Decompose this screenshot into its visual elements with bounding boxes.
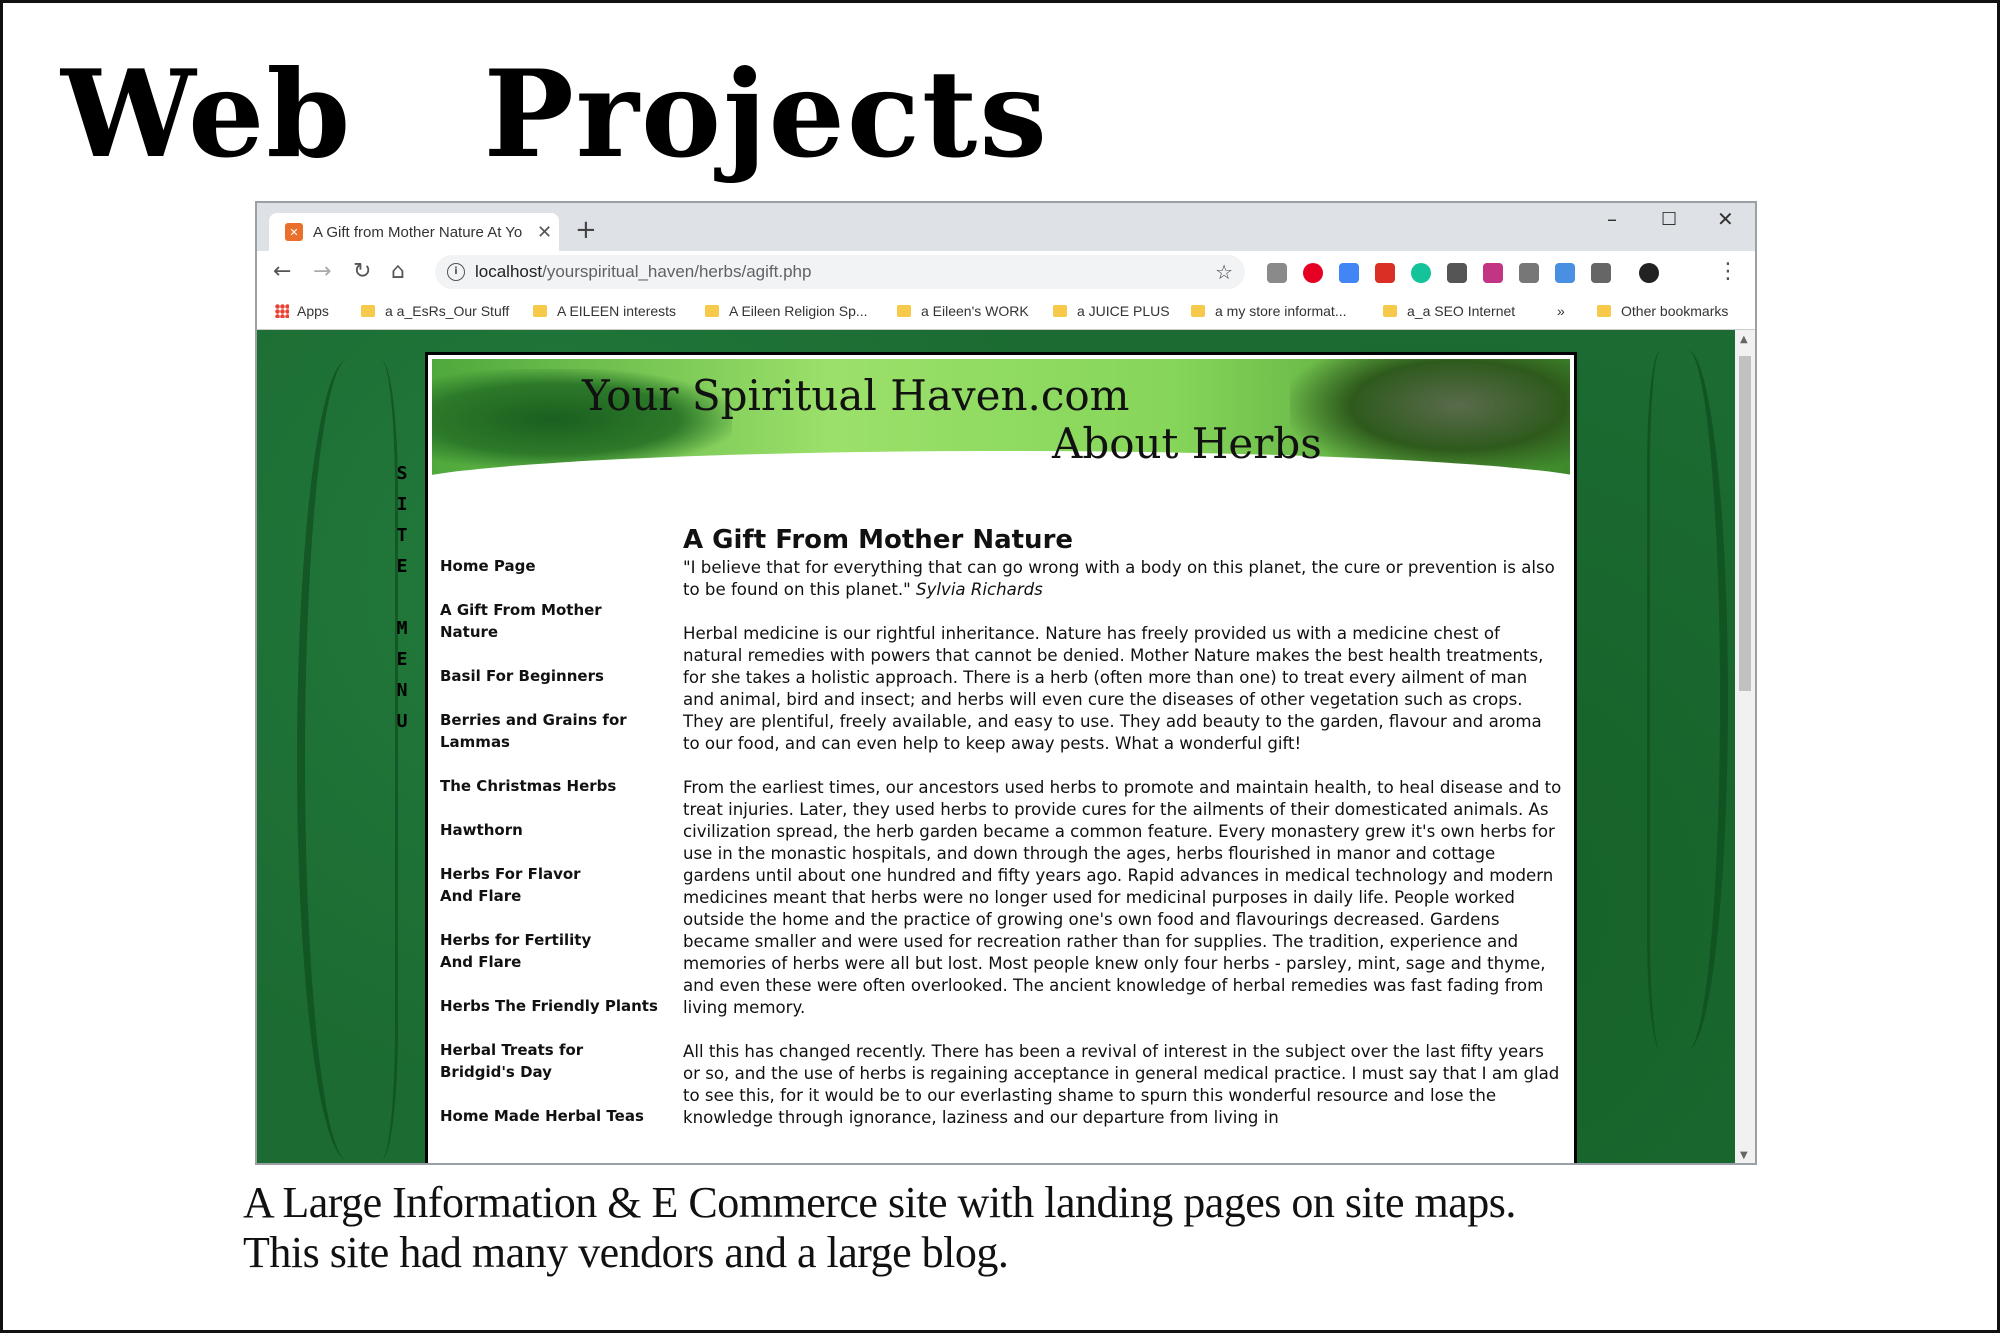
- caption-line: A Large Information & E Commerce site wi…: [243, 1178, 1516, 1227]
- back-icon[interactable]: ←: [273, 259, 291, 284]
- site-menu-vertical-label: S I T E M E N U: [396, 463, 408, 732]
- nav-link-fertility[interactable]: Herbs for Fertility And Flare: [440, 929, 600, 973]
- bookmark-folder[interactable]: a JUICE PLUS: [1053, 303, 1170, 319]
- bookmark-other[interactable]: Other bookmarks: [1597, 303, 1728, 319]
- nav-link-home[interactable]: Home Page: [440, 555, 670, 577]
- scroll-down-icon[interactable]: ▼: [1740, 1150, 1748, 1161]
- url-text: localhost/yourspiritual_haven/herbs/agif…: [475, 262, 811, 282]
- folder-icon: [1053, 305, 1067, 317]
- flag-extension-icon[interactable]: [1591, 263, 1611, 283]
- grammarly-icon[interactable]: [1411, 263, 1431, 283]
- slide-caption: A Large Information & E Commerce site wi…: [243, 1178, 1516, 1278]
- folder-icon: [1383, 305, 1397, 317]
- instagram-icon[interactable]: [1483, 263, 1503, 283]
- bookmark-folder[interactable]: a a_EsRs_Our Stuff: [361, 303, 509, 319]
- folder-icon: [533, 305, 547, 317]
- xampp-icon: ✕: [285, 223, 303, 241]
- window-close-icon[interactable]: ✕: [1717, 207, 1734, 231]
- browser-menu-icon[interactable]: ⋮: [1717, 259, 1739, 284]
- nav-link-gift[interactable]: A Gift From Mother Nature: [440, 599, 610, 643]
- reload-icon[interactable]: ↻: [353, 259, 371, 284]
- nav-link-christmas[interactable]: The Christmas Herbs: [440, 775, 670, 797]
- apps-grid-icon: [275, 304, 289, 318]
- translate-icon[interactable]: [1339, 263, 1359, 283]
- article-paragraph: All this has changed recently. There has…: [683, 1042, 1560, 1127]
- article-heading: A Gift From Mother Nature: [683, 525, 1074, 555]
- quote-author: Sylvia Richards: [916, 580, 1043, 599]
- bookmark-folder[interactable]: A EILEEN interests: [533, 303, 676, 319]
- forward-icon[interactable]: →: [313, 259, 331, 284]
- nav-link-flavor[interactable]: Herbs For Flavor And Flare: [440, 863, 590, 907]
- nav-link-berries[interactable]: Berries and Grains for Lammas: [440, 709, 640, 753]
- camera-extension-icon[interactable]: [1519, 263, 1539, 283]
- page-scrollbar[interactable]: ▲ ▼: [1735, 330, 1755, 1163]
- close-tab-icon[interactable]: ✕: [537, 222, 552, 243]
- nav-link-hawthorn[interactable]: Hawthorn: [440, 819, 670, 841]
- profile-avatar-icon[interactable]: [1639, 263, 1659, 283]
- bookmark-folder[interactable]: a my store informat...: [1191, 303, 1346, 319]
- url-host: localhost: [475, 262, 543, 281]
- nav-link-basil[interactable]: Basil For Beginners: [440, 665, 670, 687]
- pen-extension-icon[interactable]: [1555, 263, 1575, 283]
- maximize-icon[interactable]: ☐: [1661, 209, 1677, 230]
- folder-icon: [361, 305, 375, 317]
- nav-link-bridgid[interactable]: Herbal Treats for Bridgid's Day: [440, 1039, 600, 1083]
- folder-icon: [1191, 305, 1205, 317]
- address-bar[interactable]: i localhost/yourspiritual_haven/herbs/ag…: [435, 255, 1245, 289]
- site-banner: Your Spiritual Haven.com About Herbs: [432, 359, 1570, 475]
- slide-title: Web Projects: [61, 44, 1049, 185]
- bookmark-folder[interactable]: a_a SEO Internet: [1383, 303, 1515, 319]
- folder-icon: [897, 305, 911, 317]
- site-nav: Home Page A Gift From Mother Nature Basi…: [440, 555, 670, 1149]
- vine-decoration-right: [1647, 350, 1728, 1050]
- pinterest-icon[interactable]: [1303, 263, 1323, 283]
- pocket-icon[interactable]: [1447, 263, 1467, 283]
- page-viewport: S I T E M E N U Your Spiritual Haven.com…: [257, 330, 1737, 1163]
- scroll-thumb[interactable]: [1739, 356, 1751, 691]
- info-icon[interactable]: i: [447, 263, 465, 281]
- site-page: Your Spiritual Haven.com About Herbs Hom…: [425, 352, 1577, 1163]
- url-path: /yourspiritual_haven/herbs/agift.php: [542, 262, 812, 281]
- new-tab-button[interactable]: +: [575, 217, 597, 243]
- folder-icon: [1597, 305, 1611, 317]
- home-icon[interactable]: ⌂: [391, 259, 405, 284]
- bookmark-star-icon[interactable]: ☆: [1215, 260, 1233, 284]
- banner-subtitle: About Herbs: [1052, 419, 1322, 468]
- bookmarks-bar: Apps a a_EsRs_Our Stuff A EILEEN interes…: [257, 293, 1755, 330]
- browser-tab[interactable]: ✕ A Gift from Mother Nature At Yo ✕: [269, 213, 559, 251]
- banner-title: Your Spiritual Haven.com: [582, 371, 1130, 420]
- bookmark-folder[interactable]: A Eileen Religion Sp...: [705, 303, 868, 319]
- browser-window: ✕ A Gift from Mother Nature At Yo ✕ + – …: [255, 201, 1757, 1165]
- slide: Web Projects ✕ A Gift from Mother Nature…: [0, 0, 2000, 1333]
- article-paragraph: From the earliest times, our ancestors u…: [683, 778, 1562, 1017]
- extension-icon[interactable]: [1267, 263, 1287, 283]
- bookmarks-overflow-button[interactable]: »: [1557, 303, 1565, 319]
- bookmark-apps[interactable]: Apps: [275, 303, 329, 319]
- tab-title: A Gift from Mother Nature At Yo: [313, 223, 523, 241]
- nav-link-teas[interactable]: Home Made Herbal Teas: [440, 1105, 670, 1127]
- minimize-icon[interactable]: –: [1607, 207, 1617, 231]
- vine-decoration-left: [297, 360, 398, 1160]
- folder-icon: [705, 305, 719, 317]
- browser-toolbar: ← → ↻ ⌂ i localhost/yourspiritual_haven/…: [257, 251, 1755, 293]
- article-quote: "I believe that for everything that can …: [683, 558, 1555, 599]
- scroll-up-icon[interactable]: ▲: [1740, 334, 1748, 345]
- nav-link-friendly[interactable]: Herbs The Friendly Plants: [440, 995, 670, 1017]
- article: A Gift From Mother Nature "I believe tha…: [683, 525, 1563, 1151]
- book-extension-icon[interactable]: [1375, 263, 1395, 283]
- tab-strip: ✕ A Gift from Mother Nature At Yo ✕ + – …: [257, 203, 1755, 251]
- caption-line: This site had many vendors and a large b…: [243, 1228, 1009, 1277]
- bookmark-folder[interactable]: a Eileen's WORK: [897, 303, 1029, 319]
- article-paragraph: Herbal medicine is our rightful inherita…: [683, 624, 1544, 753]
